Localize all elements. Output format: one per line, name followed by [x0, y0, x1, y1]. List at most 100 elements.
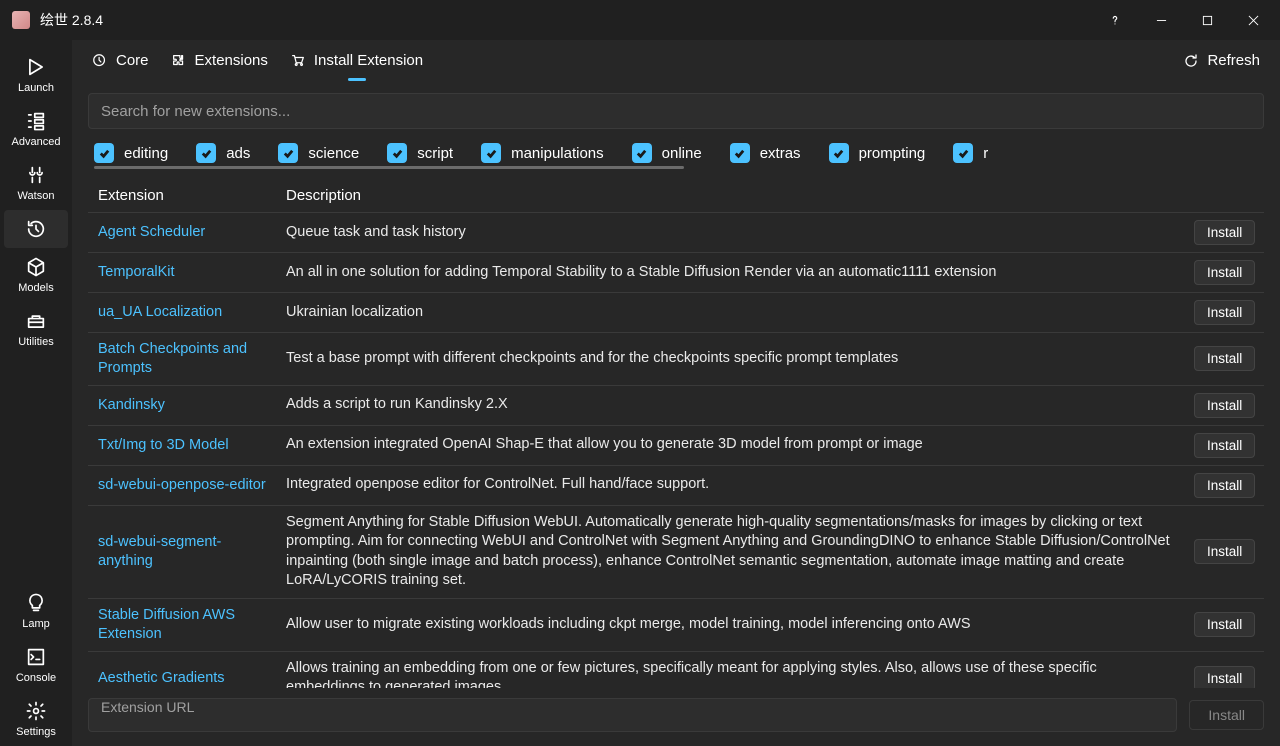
filter-science[interactable]: science: [278, 143, 359, 163]
extension-link[interactable]: Kandinsky: [98, 396, 165, 415]
sidebar-item-watson[interactable]: Watson: [4, 156, 68, 210]
table-row: TemporalKit An all in one solution for ad…: [88, 253, 1264, 293]
table-row: Txt/Img to 3D Model An extension integrat…: [88, 426, 1264, 466]
checkbox-icon: [387, 143, 407, 163]
extension-link[interactable]: ua_UA Localization: [98, 303, 222, 322]
refresh-button[interactable]: Refresh: [1183, 52, 1260, 81]
extension-link[interactable]: TemporalKit: [98, 263, 175, 282]
filter-ads[interactable]: ads: [196, 143, 250, 163]
filter-online[interactable]: online: [632, 143, 702, 163]
install-button[interactable]: Install: [1194, 393, 1255, 418]
clock-icon: [92, 53, 108, 69]
filter-label: manipulations: [511, 145, 604, 162]
filter-extras[interactable]: extras: [730, 143, 801, 163]
sidebar-label: Utilities: [18, 336, 53, 348]
list-details-icon: [25, 110, 47, 132]
search-input[interactable]: [101, 103, 1251, 120]
extension-desc: Ukrainian localization: [276, 293, 1184, 332]
bulb-icon: [25, 592, 47, 614]
install-button[interactable]: Install: [1194, 346, 1255, 371]
filter-manipulations[interactable]: manipulations: [481, 143, 604, 163]
app-icon: [12, 11, 30, 29]
tab-label: Extensions: [195, 52, 268, 69]
sidebar-item-models[interactable]: Models: [4, 248, 68, 302]
filter-editing[interactable]: editing: [94, 143, 168, 163]
extension-link[interactable]: Stable Diffusion AWS Extension: [98, 606, 266, 644]
footer-install-button[interactable]: Install: [1189, 700, 1264, 730]
extension-url-wrap[interactable]: [88, 698, 1177, 732]
extension-link[interactable]: Agent Scheduler: [98, 223, 205, 242]
minimize-button[interactable]: [1138, 4, 1184, 36]
close-button[interactable]: [1230, 4, 1276, 36]
install-button[interactable]: Install: [1194, 300, 1255, 325]
cart-icon: [290, 53, 306, 69]
table-row: sd-webui-segment-anything Segment Anythin…: [88, 506, 1264, 599]
filter-label: science: [308, 145, 359, 162]
tab-install-extension[interactable]: Install Extension: [290, 52, 423, 81]
sidebar-item-launch[interactable]: Launch: [4, 48, 68, 102]
sidebar-item-utilities[interactable]: Utilities: [4, 302, 68, 356]
refresh-label: Refresh: [1207, 52, 1260, 69]
sidebar-label: Console: [16, 672, 56, 684]
checkbox-icon: [278, 143, 298, 163]
checkbox-icon: [730, 143, 750, 163]
sidebar-item-lamp[interactable]: Lamp: [4, 584, 68, 638]
tab-extensions[interactable]: Extensions: [171, 52, 268, 81]
gear-icon: [25, 700, 47, 722]
install-button[interactable]: Install: [1194, 260, 1255, 285]
extension-link[interactable]: Batch Checkpoints and Prompts: [98, 340, 266, 378]
sidebar-label: Advanced: [12, 136, 61, 148]
extension-link[interactable]: sd-webui-segment-anything: [98, 533, 266, 571]
cube-icon: [25, 256, 47, 278]
extension-desc: An all in one solution for adding Tempor…: [276, 253, 1184, 292]
tab-core[interactable]: Core: [92, 52, 149, 81]
extension-desc: Allows training an embedding from one or…: [276, 652, 1184, 688]
sidebar-label: Watson: [18, 190, 55, 202]
install-button[interactable]: Install: [1194, 433, 1255, 458]
extension-desc: Test a base prompt with different checkp…: [276, 333, 1184, 385]
sidebar-item-advanced[interactable]: Advanced: [4, 102, 68, 156]
filter-r[interactable]: r: [953, 143, 988, 163]
table-row: Batch Checkpoints and Prompts Test a base…: [88, 333, 1264, 386]
sidebar: Launch Advanced Watson Models Utilities Lamp…: [0, 40, 72, 746]
window-title: 绘世 2.8.4: [40, 10, 103, 30]
sidebar-label: Launch: [18, 82, 54, 94]
col-header-description: Description: [276, 179, 1184, 212]
maximize-button[interactable]: [1184, 4, 1230, 36]
tools-icon: [25, 164, 47, 186]
install-button[interactable]: Install: [1194, 666, 1255, 688]
table-row: Aesthetic Gradients Allows training an em…: [88, 652, 1264, 688]
extension-desc: Integrated openpose editor for ControlNe…: [276, 466, 1184, 505]
install-button[interactable]: Install: [1194, 612, 1255, 637]
filter-label: ads: [226, 145, 250, 162]
extension-desc: An extension integrated OpenAI Shap-E th…: [276, 426, 1184, 465]
extension-desc: Queue task and task history: [276, 213, 1184, 252]
sidebar-item-history[interactable]: [4, 210, 68, 248]
filter-prompting[interactable]: prompting: [829, 143, 926, 163]
install-button[interactable]: Install: [1194, 539, 1255, 564]
checkbox-icon: [829, 143, 849, 163]
filter-label: online: [662, 145, 702, 162]
extension-desc: Allow user to migrate existing workloads…: [276, 599, 1184, 651]
sidebar-item-settings[interactable]: Settings: [4, 692, 68, 746]
checkbox-icon: [481, 143, 501, 163]
filter-script[interactable]: script: [387, 143, 453, 163]
install-button[interactable]: Install: [1194, 220, 1255, 245]
extension-link[interactable]: Txt/Img to 3D Model: [98, 436, 229, 455]
filter-label: script: [417, 145, 453, 162]
install-button[interactable]: Install: [1194, 473, 1255, 498]
sidebar-item-console[interactable]: Console: [4, 638, 68, 692]
extension-link[interactable]: Aesthetic Gradients: [98, 669, 225, 688]
extension-url-input[interactable]: [101, 699, 1164, 715]
extension-desc: Segment Anything for Stable Diffusion We…: [276, 506, 1184, 598]
table-row: ua_UA Localization Ukrainian localization…: [88, 293, 1264, 333]
checkbox-icon: [632, 143, 652, 163]
search-input-wrap[interactable]: [88, 93, 1264, 129]
puzzle-icon: [171, 53, 187, 69]
help-button[interactable]: [1092, 4, 1138, 36]
checkbox-icon: [94, 143, 114, 163]
filter-label: editing: [124, 145, 168, 162]
extension-link[interactable]: sd-webui-openpose-editor: [98, 476, 266, 495]
toolbox-icon: [25, 310, 47, 332]
play-icon: [25, 56, 47, 78]
